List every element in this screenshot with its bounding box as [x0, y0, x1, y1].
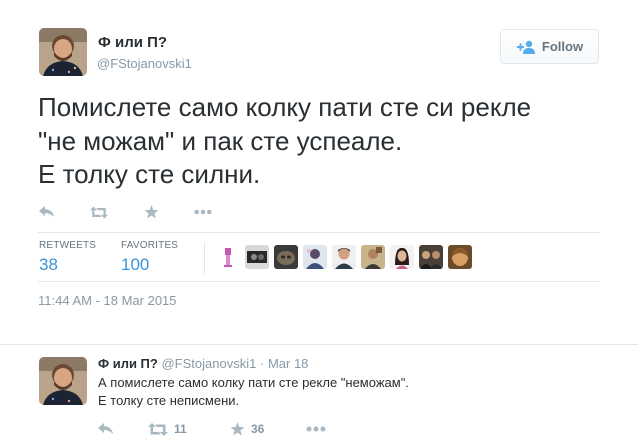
stats-divider	[204, 242, 205, 274]
tweet-stats: RETWEETS 38 FAVORITES 100	[38, 232, 600, 282]
reply-separator: ·	[259, 356, 265, 371]
favorite-button[interactable]	[142, 204, 160, 220]
retweets-label: RETWEETS	[39, 240, 97, 251]
more-icon	[306, 426, 326, 432]
author-avatar[interactable]	[39, 28, 87, 76]
retweet-icon	[90, 206, 108, 218]
reply-date[interactable]: Mar 18	[268, 356, 308, 371]
favorite-icon	[230, 421, 245, 435]
reply-text: А помислете само колку пати сте рекле "н…	[98, 374, 409, 410]
more-icon	[194, 209, 212, 215]
favorite-icon	[144, 204, 158, 218]
tweet-text-line: Помислете само колку пати сте си рекле	[38, 92, 532, 122]
favoriter-avatar[interactable]	[303, 245, 327, 269]
follow-label: Follow	[541, 39, 584, 54]
reply-retweet-button[interactable]: 11	[148, 422, 230, 436]
favoriter-avatar[interactable]	[448, 245, 472, 269]
reply-button[interactable]	[38, 204, 56, 220]
favoriter-avatar[interactable]	[419, 245, 443, 269]
tweet-actions	[38, 202, 246, 222]
reply-header: Ф или П? @FStojanovski1 · Mar 18	[98, 356, 308, 371]
reply-actions: 11 36	[98, 420, 326, 438]
author-name[interactable]: Ф или П?	[98, 34, 167, 51]
tweet-text-line: "не можам" и пак сте успеале.	[38, 125, 403, 156]
main-tweet: Ф или П? @FStojanovski1 Follow Помислете…	[0, 0, 638, 345]
retweets-stat[interactable]: RETWEETS 38	[39, 240, 96, 275]
more-button[interactable]	[194, 204, 212, 220]
author-handle[interactable]: @FStojanovski1	[97, 56, 192, 71]
favorites-label: FAVORITES	[121, 240, 179, 251]
favoriter-avatar[interactable]	[245, 245, 269, 269]
favorites-stat[interactable]: FAVORITES 100	[121, 240, 178, 275]
reply-more-button[interactable]	[306, 426, 326, 432]
favoriter-avatar[interactable]	[332, 245, 356, 269]
tweet-text: Помислете само колку пати сте си рекле "…	[38, 91, 618, 192]
add-user-icon	[516, 40, 535, 54]
favorites-count: 100	[121, 255, 150, 274]
reply-author-handle[interactable]: @FStojanovski1	[161, 356, 256, 371]
reply-text-line: А помислете само колку пати сте рекле "н…	[98, 375, 409, 390]
reply-retweet-count: 11	[174, 422, 187, 436]
reply-text-line: Е толку сте неписмени.	[98, 393, 240, 408]
retweets-count: 38	[39, 255, 58, 274]
favoriter-avatar[interactable]	[274, 245, 298, 269]
retweet-button[interactable]	[90, 204, 108, 220]
favoriter-avatar[interactable]	[216, 245, 240, 269]
follow-button[interactable]: Follow	[500, 29, 599, 64]
retweet-icon	[148, 422, 168, 436]
tweet-text-line: Е толку сте силни.	[38, 159, 261, 189]
reply-favorite-count: 36	[251, 422, 265, 436]
reply-author-name[interactable]: Ф или П?	[98, 356, 158, 371]
reply-icon	[98, 423, 113, 434]
reply-icon	[39, 206, 54, 217]
favoriter-avatars	[216, 245, 477, 269]
reply-reply-button[interactable]	[98, 423, 148, 435]
favoriter-avatar[interactable]	[390, 245, 414, 269]
tweet-timestamp[interactable]: 11:44 AM - 18 Mar 2015	[38, 293, 177, 308]
reply-author-avatar[interactable]	[39, 357, 87, 405]
reply-favorite-button[interactable]: 36	[230, 421, 306, 437]
favoriter-avatar[interactable]	[361, 245, 385, 269]
